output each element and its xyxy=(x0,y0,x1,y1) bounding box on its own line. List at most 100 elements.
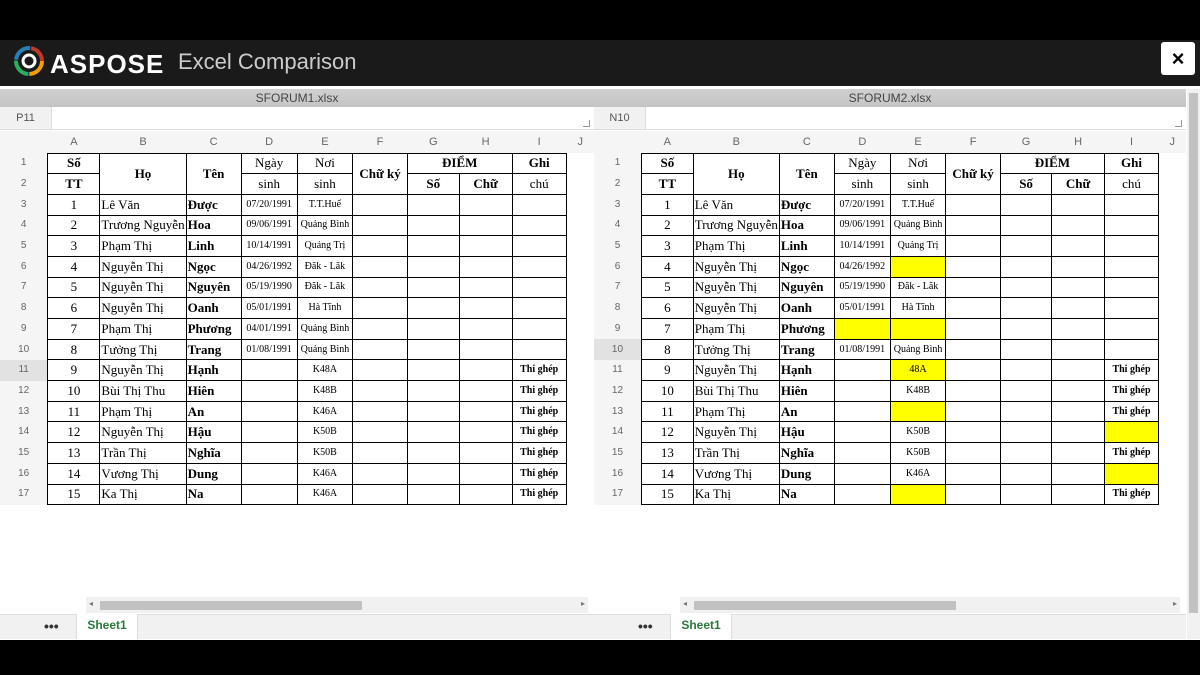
column-header[interactable]: H xyxy=(459,131,512,153)
ngay-sinh-cell[interactable]: 04/01/1991 xyxy=(240,318,298,340)
column-header[interactable]: B xyxy=(693,131,780,153)
ghi-chu-cell[interactable] xyxy=(1103,421,1160,444)
tt-cell[interactable]: 10 xyxy=(640,380,694,402)
tt-cell[interactable]: 11 xyxy=(47,400,101,423)
ghi-chu-cell[interactable] xyxy=(511,297,567,319)
diem-chu-cell[interactable] xyxy=(458,214,513,237)
column-header[interactable]: C xyxy=(186,131,242,153)
diem-chu-cell[interactable] xyxy=(458,483,513,506)
column-header[interactable]: G xyxy=(407,131,460,153)
empty-cell[interactable] xyxy=(566,381,594,402)
diem-so-cell[interactable] xyxy=(999,380,1053,402)
tt-cell[interactable]: 8 xyxy=(47,338,101,361)
ho-cell[interactable]: Trần Thị xyxy=(692,442,780,464)
tt-cell[interactable]: 7 xyxy=(47,318,101,340)
diem-so-cell[interactable] xyxy=(406,483,460,506)
diem-chu-cell[interactable] xyxy=(458,276,513,299)
ho-cell[interactable]: Tưởng Thị xyxy=(692,338,780,361)
chu-ky-cell[interactable] xyxy=(945,318,1001,340)
diem-chu-cell[interactable] xyxy=(458,380,513,402)
row-header[interactable]: 5 xyxy=(594,235,642,257)
ngay-sinh-cell[interactable] xyxy=(833,400,891,423)
ghi-chu-cell[interactable]: Thi ghép xyxy=(1103,380,1160,402)
tt-cell[interactable]: 2 xyxy=(640,214,694,237)
ten-cell[interactable]: Hạnh xyxy=(778,359,835,382)
diem-so-cell[interactable] xyxy=(406,235,460,257)
ten-cell[interactable]: Được xyxy=(185,193,242,216)
column-header[interactable]: D xyxy=(834,131,891,153)
diem-so-cell[interactable] xyxy=(999,359,1053,382)
ghi-chu-cell[interactable]: Thi ghép xyxy=(511,359,567,382)
empty-cell[interactable] xyxy=(566,194,594,215)
empty-cell[interactable] xyxy=(1159,194,1186,215)
horizontal-scrollbar[interactable]: ◂ ▸ xyxy=(680,597,1180,613)
ho-cell[interactable]: Nguyễn Thị xyxy=(692,255,780,278)
chu-ky-cell[interactable] xyxy=(352,214,408,237)
row-header[interactable]: 11 xyxy=(0,359,48,381)
diem-chu-cell[interactable] xyxy=(1051,276,1105,299)
header-ngay-cell[interactable]: Ngày xyxy=(833,152,891,175)
diem-chu-cell[interactable] xyxy=(458,462,513,485)
tt-cell[interactable]: 15 xyxy=(640,483,694,506)
ten-cell[interactable]: Hậu xyxy=(778,421,835,444)
ghi-chu-cell[interactable] xyxy=(511,338,567,361)
diem-so-cell[interactable] xyxy=(406,193,460,216)
diem-chu-cell[interactable] xyxy=(1051,318,1105,340)
empty-cell[interactable] xyxy=(1159,174,1186,195)
diem-so-cell[interactable] xyxy=(999,276,1053,299)
empty-cell[interactable] xyxy=(566,484,594,505)
empty-cell[interactable] xyxy=(1159,422,1186,443)
diem-so-cell[interactable] xyxy=(406,400,460,423)
diem-chu-cell[interactable] xyxy=(458,255,513,278)
ngay-sinh-cell[interactable] xyxy=(240,400,298,423)
ten-cell[interactable]: Linh xyxy=(778,235,835,257)
noi-sinh-cell[interactable]: K46A xyxy=(296,462,354,485)
empty-cell[interactable] xyxy=(1159,381,1186,402)
diem-chu-cell[interactable] xyxy=(1051,380,1105,402)
row-header[interactable]: 1 xyxy=(0,153,48,174)
header-chuky-cell[interactable]: Chữ ký xyxy=(352,152,408,195)
chu-ky-cell[interactable] xyxy=(352,297,408,319)
chu-ky-cell[interactable] xyxy=(352,380,408,402)
ghi-chu-cell[interactable] xyxy=(1103,338,1160,361)
noi-sinh-cell[interactable]: K46A xyxy=(296,483,354,506)
ten-cell[interactable]: Nguyên xyxy=(185,276,242,299)
ten-cell[interactable]: Ngọc xyxy=(185,255,242,278)
ngay-sinh-cell[interactable]: 07/20/1991 xyxy=(240,193,298,216)
ho-cell[interactable]: Phạm Thị xyxy=(692,235,780,257)
column-header[interactable]: I xyxy=(1104,131,1159,153)
resize-grip-icon[interactable] xyxy=(583,120,590,127)
row-header[interactable]: 15 xyxy=(0,442,48,464)
diem-so-cell[interactable] xyxy=(999,483,1053,506)
diem-so-cell[interactable] xyxy=(999,214,1053,237)
ghi-chu-cell[interactable] xyxy=(1103,276,1160,299)
ho-cell[interactable]: Phạm Thị xyxy=(692,400,780,423)
diem-so-cell[interactable] xyxy=(999,421,1053,444)
ho-cell[interactable]: Trương Nguyễn xyxy=(692,214,780,237)
tt-cell[interactable]: 12 xyxy=(47,421,101,444)
column-header[interactable]: E xyxy=(297,131,353,153)
ghi-chu-cell[interactable] xyxy=(1103,214,1160,237)
ho-cell[interactable]: Nguyễn Thị xyxy=(99,255,187,278)
header-ghi-cell[interactable]: Ghi xyxy=(1103,152,1160,175)
ngay-sinh-cell[interactable] xyxy=(833,442,891,464)
vertical-scrollbar[interactable] xyxy=(1187,89,1200,639)
ngay-sinh-cell[interactable]: 07/20/1991 xyxy=(833,193,891,216)
row-header[interactable]: 1 xyxy=(594,153,642,174)
ten-cell[interactable]: Dung xyxy=(778,462,835,485)
empty-cell[interactable] xyxy=(566,298,594,319)
header-sinh-cell[interactable]: sinh xyxy=(833,173,891,195)
diem-chu-cell[interactable] xyxy=(1051,297,1105,319)
ngay-sinh-cell[interactable]: 05/01/1991 xyxy=(240,297,298,319)
chu-ky-cell[interactable] xyxy=(945,214,1001,237)
tt-cell[interactable]: 4 xyxy=(640,255,694,278)
chu-ky-cell[interactable] xyxy=(352,462,408,485)
cell-reference-box[interactable]: P11 xyxy=(0,107,52,129)
empty-cell[interactable] xyxy=(1159,319,1186,340)
noi-sinh-cell[interactable]: Quảng Bình xyxy=(296,318,354,340)
diem-so-cell[interactable] xyxy=(406,462,460,485)
header-diem-so-cell[interactable]: Số xyxy=(999,173,1053,195)
empty-cell[interactable] xyxy=(1159,215,1186,236)
ho-cell[interactable]: Bùi Thị Thu xyxy=(99,380,187,402)
ghi-chu-cell[interactable]: Thi ghép xyxy=(1103,442,1160,464)
